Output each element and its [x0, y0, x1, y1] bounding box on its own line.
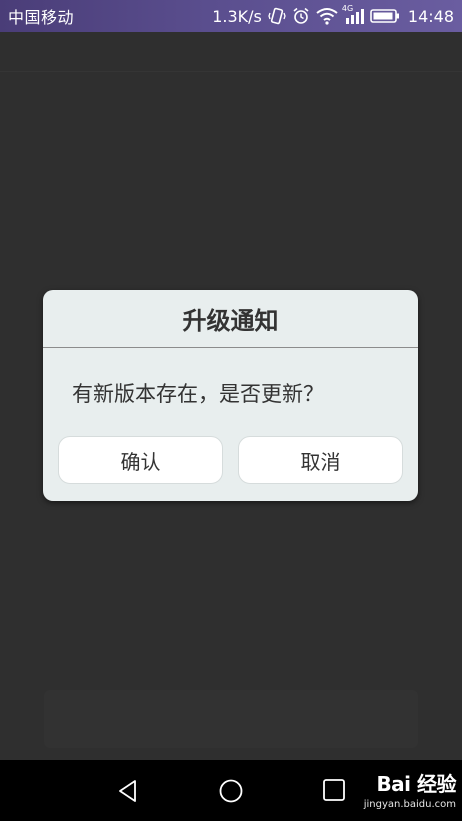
- baidu-watermark: Bai 经验 jingyan.baidu.com: [344, 768, 457, 812]
- status-icons: 1.3K/s 4G 14:48: [212, 4, 454, 26]
- dialog-title: 升级通知: [182, 307, 279, 335]
- watermark-url: jingyan.baidu.com: [363, 799, 456, 810]
- back-icon[interactable]: [115, 778, 141, 804]
- alarm-icon: [292, 7, 310, 25]
- cancel-button[interactable]: 取消: [238, 436, 403, 484]
- clock: 14:48: [407, 6, 454, 26]
- background-panel: [44, 690, 418, 748]
- dialog-button-row: 确认 取消: [43, 436, 418, 484]
- confirm-button[interactable]: 确认: [58, 436, 223, 484]
- vibrate-icon: [268, 7, 286, 25]
- signal-icon: 4G: [341, 4, 364, 25]
- upgrade-dialog: 升级通知 有新版本存在，是否更新？ 确认 取消: [43, 290, 418, 501]
- home-icon[interactable]: [218, 778, 244, 804]
- network-speed: 1.3K/s: [212, 6, 262, 26]
- battery-icon: [370, 8, 400, 24]
- recents-icon[interactable]: [322, 778, 346, 802]
- network-type: 4G: [341, 4, 354, 13]
- status-bar: 中国移动 1.3K/s 4G 14:48: [0, 0, 462, 32]
- watermark-logo: Bai 经验: [376, 772, 456, 796]
- dialog-message: 有新版本存在，是否更新？: [72, 382, 324, 406]
- screen: 中国移动 1.3K/s 4G 14:48 升级通知 有新版本存在，是否更新？ 确…: [0, 0, 462, 821]
- background-toolbar: [0, 36, 462, 72]
- wifi-icon: [316, 7, 338, 25]
- carrier-name: 中国移动: [8, 8, 75, 27]
